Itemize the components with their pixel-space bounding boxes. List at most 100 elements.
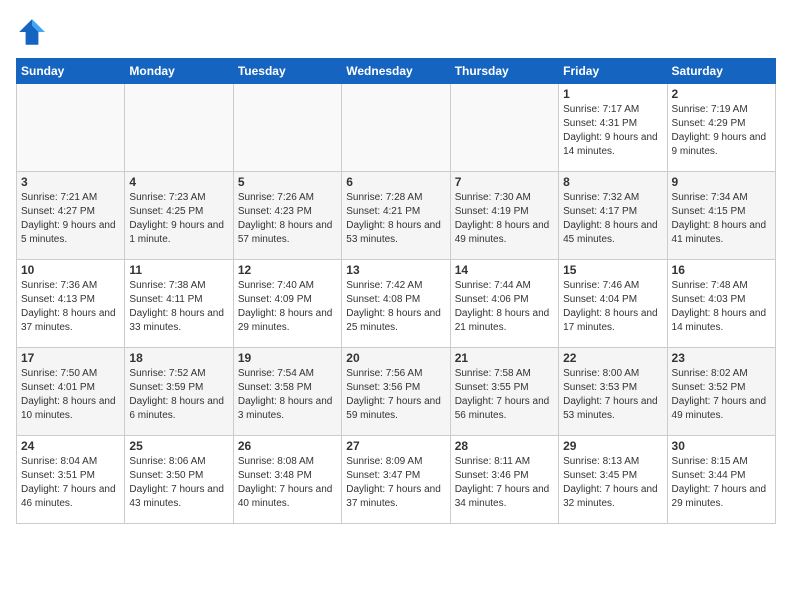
day-number: 11 (129, 263, 228, 277)
day-number: 29 (563, 439, 662, 453)
day-number: 7 (455, 175, 554, 189)
calendar-cell: 11 Sunrise: 7:38 AM Sunset: 4:11 PM Dayli… (125, 260, 233, 348)
day-info: Sunrise: 7:38 AM Sunset: 4:11 PM Dayligh… (129, 279, 228, 335)
calendar-cell: 21 Sunrise: 7:58 AM Sunset: 3:55 PM Dayli… (450, 348, 558, 436)
calendar-cell: 22 Sunrise: 8:00 AM Sunset: 3:53 PM Dayli… (559, 348, 667, 436)
calendar-cell: 6Sunrise: 7:28 AM Sunset: 4:21 PM Daylig… (342, 172, 450, 260)
calendar-week-1: 1Sunrise: 7:17 AM Sunset: 4:31 PM Daylig… (17, 84, 776, 172)
day-number: 4 (129, 175, 228, 189)
calendar-cell: 29 Sunrise: 8:13 AM Sunset: 3:45 PM Dayli… (559, 436, 667, 524)
calendar-cell: 7 Sunrise: 7:30 AM Sunset: 4:19 PM Daylig… (450, 172, 558, 260)
calendar-cell: 2 Sunrise: 7:19 AM Sunset: 4:29 PM Daylig… (667, 84, 775, 172)
calendar-cell (450, 84, 558, 172)
calendar-cell (233, 84, 341, 172)
day-info: Sunrise: 8:15 AM Sunset: 3:44 PM Dayligh… (672, 455, 771, 511)
day-info: Sunrise: 7:40 AM Sunset: 4:09 PM Dayligh… (238, 279, 337, 335)
day-number: 15 (563, 263, 662, 277)
day-info: Sunrise: 8:04 AM Sunset: 3:51 PM Dayligh… (21, 455, 120, 511)
calendar-week-2: 3 Sunrise: 7:21 AM Sunset: 4:27 PM Daylig… (17, 172, 776, 260)
day-number: 21 (455, 351, 554, 365)
day-info: Sunrise: 7:50 AM Sunset: 4:01 PM Dayligh… (21, 367, 120, 423)
calendar-cell: 3 Sunrise: 7:21 AM Sunset: 4:27 PM Daylig… (17, 172, 125, 260)
day-info: Sunrise: 8:02 AM Sunset: 3:52 PM Dayligh… (672, 367, 771, 423)
day-number: 13 (346, 263, 445, 277)
day-number: 9 (672, 175, 771, 189)
day-number: 12 (238, 263, 337, 277)
day-info: Sunrise: 7:46 AM Sunset: 4:04 PM Dayligh… (563, 279, 662, 335)
day-info: Sunrise: 7:52 AM Sunset: 3:59 PM Dayligh… (129, 367, 228, 423)
day-info: Sunrise: 7:42 AM Sunset: 4:08 PM Dayligh… (346, 279, 445, 335)
day-info: Sunrise: 7:26 AM Sunset: 4:23 PM Dayligh… (238, 191, 337, 247)
weekday-header-row: SundayMondayTuesdayWednesdayThursdayFrid… (17, 59, 776, 84)
weekday-friday: Friday (559, 59, 667, 84)
calendar-cell (342, 84, 450, 172)
calendar-cell: 30 Sunrise: 8:15 AM Sunset: 3:44 PM Dayli… (667, 436, 775, 524)
day-number: 24 (21, 439, 120, 453)
day-number: 1 (563, 87, 662, 101)
day-info: Sunrise: 7:44 AM Sunset: 4:06 PM Dayligh… (455, 279, 554, 335)
calendar-cell: 12 Sunrise: 7:40 AM Sunset: 4:09 PM Dayli… (233, 260, 341, 348)
calendar-body: 1Sunrise: 7:17 AM Sunset: 4:31 PM Daylig… (17, 84, 776, 524)
day-number: 26 (238, 439, 337, 453)
day-info: Sunrise: 7:19 AM Sunset: 4:29 PM Dayligh… (672, 103, 771, 159)
day-info: Sunrise: 7:23 AM Sunset: 4:25 PM Dayligh… (129, 191, 228, 247)
calendar-cell: 14 Sunrise: 7:44 AM Sunset: 4:06 PM Dayli… (450, 260, 558, 348)
weekday-monday: Monday (125, 59, 233, 84)
day-number: 27 (346, 439, 445, 453)
day-info: Sunrise: 7:32 AM Sunset: 4:17 PM Dayligh… (563, 191, 662, 247)
day-info: Sunrise: 8:09 AM Sunset: 3:47 PM Dayligh… (346, 455, 445, 511)
day-number: 20 (346, 351, 445, 365)
page-header (16, 16, 776, 48)
day-number: 3 (21, 175, 120, 189)
day-info: Sunrise: 7:56 AM Sunset: 3:56 PM Dayligh… (346, 367, 445, 423)
calendar-cell: 4 Sunrise: 7:23 AM Sunset: 4:25 PM Daylig… (125, 172, 233, 260)
day-info: Sunrise: 7:48 AM Sunset: 4:03 PM Dayligh… (672, 279, 771, 335)
day-number: 2 (672, 87, 771, 101)
day-number: 18 (129, 351, 228, 365)
day-info: Sunrise: 8:00 AM Sunset: 3:53 PM Dayligh… (563, 367, 662, 423)
day-number: 14 (455, 263, 554, 277)
calendar-cell: 13 Sunrise: 7:42 AM Sunset: 4:08 PM Dayli… (342, 260, 450, 348)
calendar-cell: 24 Sunrise: 8:04 AM Sunset: 3:51 PM Dayli… (17, 436, 125, 524)
calendar-week-4: 17 Sunrise: 7:50 AM Sunset: 4:01 PM Dayli… (17, 348, 776, 436)
calendar-cell (17, 84, 125, 172)
day-number: 25 (129, 439, 228, 453)
calendar-cell: 10 Sunrise: 7:36 AM Sunset: 4:13 PM Dayli… (17, 260, 125, 348)
weekday-wednesday: Wednesday (342, 59, 450, 84)
weekday-tuesday: Tuesday (233, 59, 341, 84)
calendar-cell: 19 Sunrise: 7:54 AM Sunset: 3:58 PM Dayli… (233, 348, 341, 436)
day-number: 28 (455, 439, 554, 453)
day-info: Sunrise: 7:34 AM Sunset: 4:15 PM Dayligh… (672, 191, 771, 247)
day-info: Sunrise: 7:21 AM Sunset: 4:27 PM Dayligh… (21, 191, 120, 247)
day-number: 30 (672, 439, 771, 453)
calendar-cell: 20 Sunrise: 7:56 AM Sunset: 3:56 PM Dayli… (342, 348, 450, 436)
calendar-cell: 15 Sunrise: 7:46 AM Sunset: 4:04 PM Dayli… (559, 260, 667, 348)
day-number: 19 (238, 351, 337, 365)
day-number: 23 (672, 351, 771, 365)
day-info: Sunrise: 7:30 AM Sunset: 4:19 PM Dayligh… (455, 191, 554, 247)
day-number: 16 (672, 263, 771, 277)
day-info: Sunrise: 7:58 AM Sunset: 3:55 PM Dayligh… (455, 367, 554, 423)
calendar-cell (125, 84, 233, 172)
calendar-cell: 25Sunrise: 8:06 AM Sunset: 3:50 PM Dayli… (125, 436, 233, 524)
day-number: 10 (21, 263, 120, 277)
calendar-cell: 26 Sunrise: 8:08 AM Sunset: 3:48 PM Dayli… (233, 436, 341, 524)
day-number: 17 (21, 351, 120, 365)
day-info: Sunrise: 7:36 AM Sunset: 4:13 PM Dayligh… (21, 279, 120, 335)
calendar-table: SundayMondayTuesdayWednesdayThursdayFrid… (16, 58, 776, 524)
calendar-cell: 17 Sunrise: 7:50 AM Sunset: 4:01 PM Dayli… (17, 348, 125, 436)
day-info: Sunrise: 8:13 AM Sunset: 3:45 PM Dayligh… (563, 455, 662, 511)
day-number: 8 (563, 175, 662, 189)
weekday-thursday: Thursday (450, 59, 558, 84)
day-number: 22 (563, 351, 662, 365)
day-info: Sunrise: 7:54 AM Sunset: 3:58 PM Dayligh… (238, 367, 337, 423)
logo-icon (16, 16, 48, 48)
calendar-week-3: 10 Sunrise: 7:36 AM Sunset: 4:13 PM Dayli… (17, 260, 776, 348)
day-info: Sunrise: 8:11 AM Sunset: 3:46 PM Dayligh… (455, 455, 554, 511)
day-number: 6 (346, 175, 445, 189)
calendar-cell: 9 Sunrise: 7:34 AM Sunset: 4:15 PM Daylig… (667, 172, 775, 260)
day-number: 5 (238, 175, 337, 189)
calendar-cell: 16 Sunrise: 7:48 AM Sunset: 4:03 PM Dayli… (667, 260, 775, 348)
calendar-cell: 27 Sunrise: 8:09 AM Sunset: 3:47 PM Dayli… (342, 436, 450, 524)
day-info: Sunrise: 8:08 AM Sunset: 3:48 PM Dayligh… (238, 455, 337, 511)
